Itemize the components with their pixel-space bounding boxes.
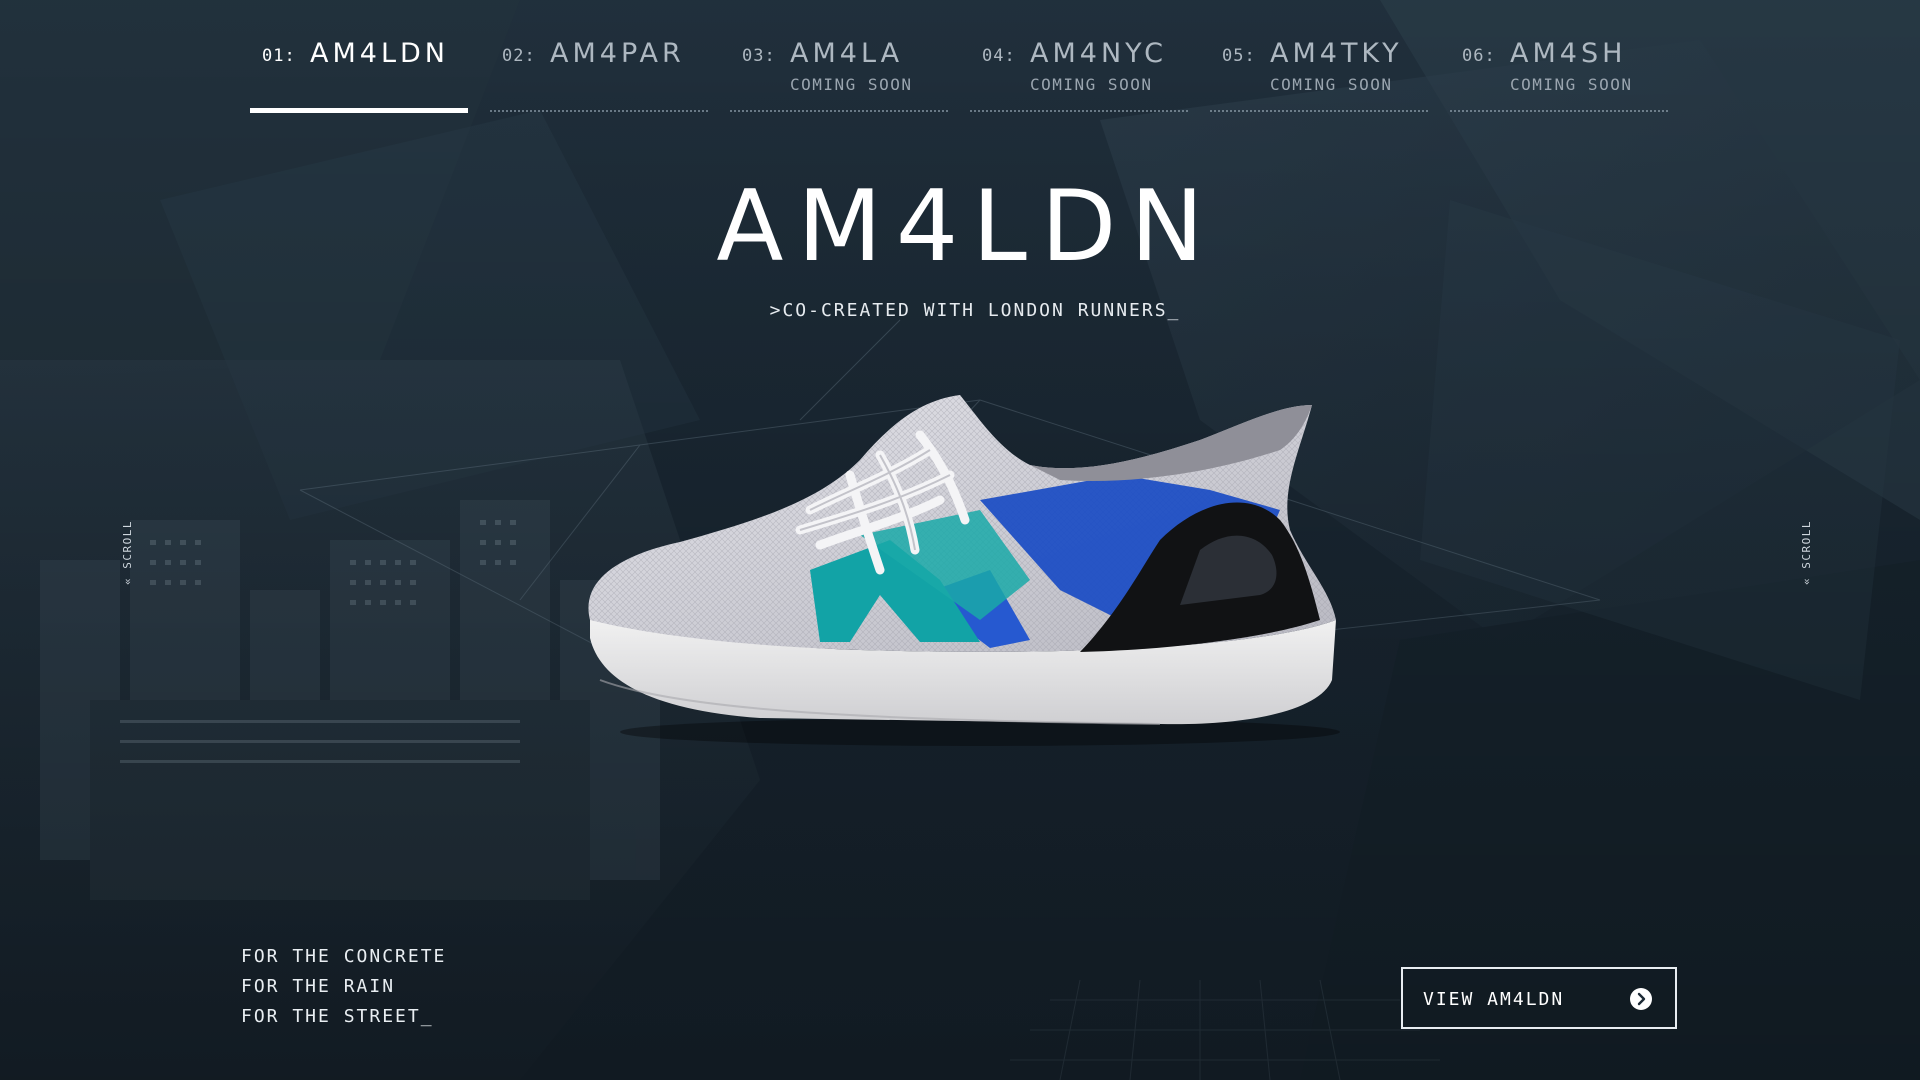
nav-item-am4ldn[interactable]: 01: AM4LDN bbox=[250, 0, 468, 118]
nav-item-am4nyc[interactable]: 04: AM4NYC COMING SOON bbox=[970, 0, 1188, 118]
nav-item-am4tky[interactable]: 05: AM4TKY COMING SOON bbox=[1210, 0, 1428, 118]
nav-item-am4sh[interactable]: 06: AM4SH COMING SOON bbox=[1450, 0, 1668, 118]
running-shoe-image bbox=[588, 395, 1340, 746]
nav-item-name: AM4SH bbox=[1510, 38, 1627, 69]
nav-item-status: COMING SOON bbox=[1030, 75, 1153, 94]
hero-subtitle: >CO-CREATED WITH LONDON RUNNERS_ bbox=[769, 300, 1181, 321]
nav-item-divider bbox=[970, 110, 1188, 112]
chevron-right-circle-icon bbox=[1630, 988, 1652, 1010]
nav-item-status: COMING SOON bbox=[790, 75, 913, 94]
nav-item-name: AM4LDN bbox=[310, 38, 449, 69]
scroll-indicator-left[interactable]: « SCROLL bbox=[121, 505, 145, 585]
page: 01: AM4LDN 02: AM4PAR 03: AM4LA COMING S… bbox=[0, 0, 1920, 1080]
nav-item-divider bbox=[730, 110, 948, 112]
city-nav: 01: AM4LDN 02: AM4PAR 03: AM4LA COMING S… bbox=[250, 0, 1670, 118]
nav-item-number: 02: bbox=[502, 46, 536, 66]
view-product-button[interactable]: VIEW AM4LDN bbox=[1401, 967, 1677, 1029]
nav-item-am4par[interactable]: 02: AM4PAR bbox=[490, 0, 708, 118]
hero-title: AM4LDN bbox=[716, 170, 1218, 284]
nav-item-divider bbox=[1450, 110, 1668, 112]
tagline-line: FOR THE STREET_ bbox=[241, 1006, 434, 1027]
scroll-label: « SCROLL bbox=[121, 520, 134, 585]
nav-item-name: AM4NYC bbox=[1030, 38, 1168, 69]
nav-item-am4la[interactable]: 03: AM4LA COMING SOON bbox=[730, 0, 948, 118]
nav-item-number: 03: bbox=[742, 46, 776, 66]
scroll-label: « SCROLL bbox=[1800, 520, 1813, 585]
nav-item-divider bbox=[1210, 110, 1428, 112]
tagline: FOR THE CONCRETE FOR THE RAIN FOR THE ST… bbox=[241, 942, 446, 1032]
scroll-indicator-right[interactable]: « SCROLL bbox=[1800, 505, 1824, 585]
nav-item-name: AM4LA bbox=[790, 38, 904, 69]
nav-item-active-indicator bbox=[250, 108, 468, 113]
view-product-button-label: VIEW AM4LDN bbox=[1423, 989, 1565, 1010]
nav-item-status: COMING SOON bbox=[1510, 75, 1633, 94]
nav-item-name: AM4PAR bbox=[550, 38, 685, 69]
tagline-line: FOR THE RAIN bbox=[241, 976, 396, 997]
nav-item-name: AM4TKY bbox=[1270, 38, 1403, 69]
nav-item-number: 05: bbox=[1222, 46, 1256, 66]
nav-item-divider bbox=[490, 110, 708, 112]
nav-item-number: 01: bbox=[262, 46, 296, 66]
nav-item-number: 04: bbox=[982, 46, 1016, 66]
tagline-line: FOR THE CONCRETE bbox=[241, 946, 447, 967]
nav-item-number: 06: bbox=[1462, 46, 1496, 66]
nav-item-status: COMING SOON bbox=[1270, 75, 1393, 94]
